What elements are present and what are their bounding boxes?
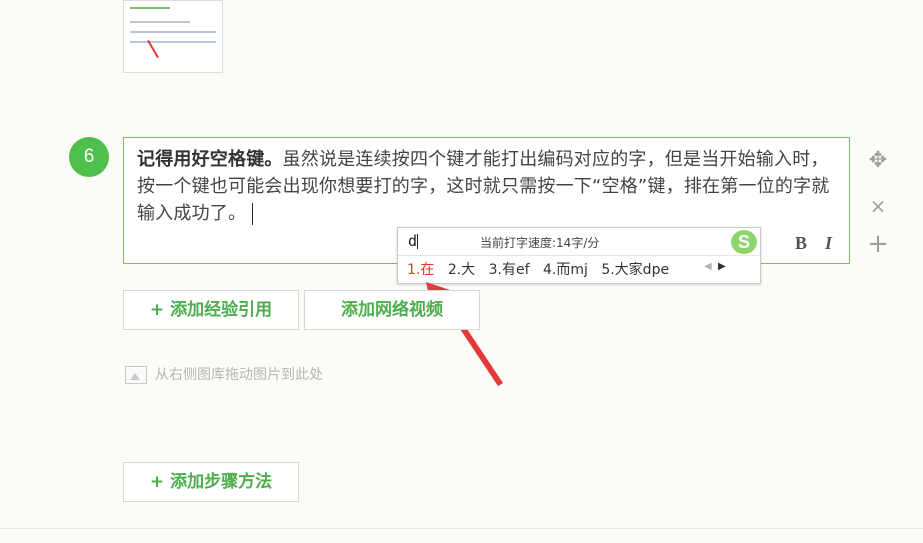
ime-typing-speed: 当前打字速度:14字/分 xyxy=(480,236,600,250)
thumb-line xyxy=(130,7,170,9)
add-web-video-button[interactable]: 添加网络视频 xyxy=(304,290,480,330)
add-step-button[interactable]: + 添加步骤方法 xyxy=(123,462,299,502)
image-drop-zone[interactable]: 从右侧图库拖动图片到此处 xyxy=(125,364,323,384)
divider xyxy=(0,528,923,529)
thumb-line xyxy=(130,21,190,23)
drop-hint-text: 从右侧图库拖动图片到此处 xyxy=(155,367,323,383)
add-icon[interactable]: + xyxy=(866,231,890,257)
ime-candidate[interactable]: 2.大 xyxy=(448,259,475,279)
ime-prev-page-icon[interactable]: ◀ xyxy=(704,261,712,272)
step-thumbnail-image[interactable] xyxy=(123,0,223,73)
ime-candidate[interactable]: 4.而mj xyxy=(543,259,588,279)
close-icon[interactable]: × xyxy=(866,195,890,217)
thumb-line xyxy=(130,41,216,43)
move-icon[interactable]: ✥ xyxy=(866,150,890,172)
italic-button[interactable]: I xyxy=(825,233,832,254)
ime-divider xyxy=(398,255,760,256)
thumb-line xyxy=(130,31,216,33)
step-number-badge: 6 xyxy=(69,137,109,177)
bold-button[interactable]: B xyxy=(795,233,807,254)
sogou-logo-icon: S xyxy=(731,230,757,254)
ime-candidate[interactable]: 1.在 xyxy=(407,259,434,279)
ime-input-code: d xyxy=(408,232,419,250)
ime-candidate-window: d 当前打字速度:14字/分 S 1.在 2.大 3.有ef 4.而mj 5.大… xyxy=(397,227,761,284)
editor-content[interactable]: 记得用好空格键。虽然说是连续按四个键才能打出编码对应的字，但是当开始输入时，按一… xyxy=(137,146,840,227)
ime-candidate-list: 1.在 2.大 3.有ef 4.而mj 5.大家dpe xyxy=(407,259,678,279)
ime-candidate[interactable]: 3.有ef xyxy=(489,259,530,279)
text-caret xyxy=(252,203,254,225)
add-experience-quote-button[interactable]: + 添加经验引用 xyxy=(123,290,299,330)
ime-next-page-icon[interactable]: ▶ xyxy=(718,261,726,272)
image-icon xyxy=(125,366,147,384)
ime-candidate[interactable]: 5.大家dpe xyxy=(601,259,669,279)
editor-bold-text: 记得用好空格键。 xyxy=(137,149,283,170)
